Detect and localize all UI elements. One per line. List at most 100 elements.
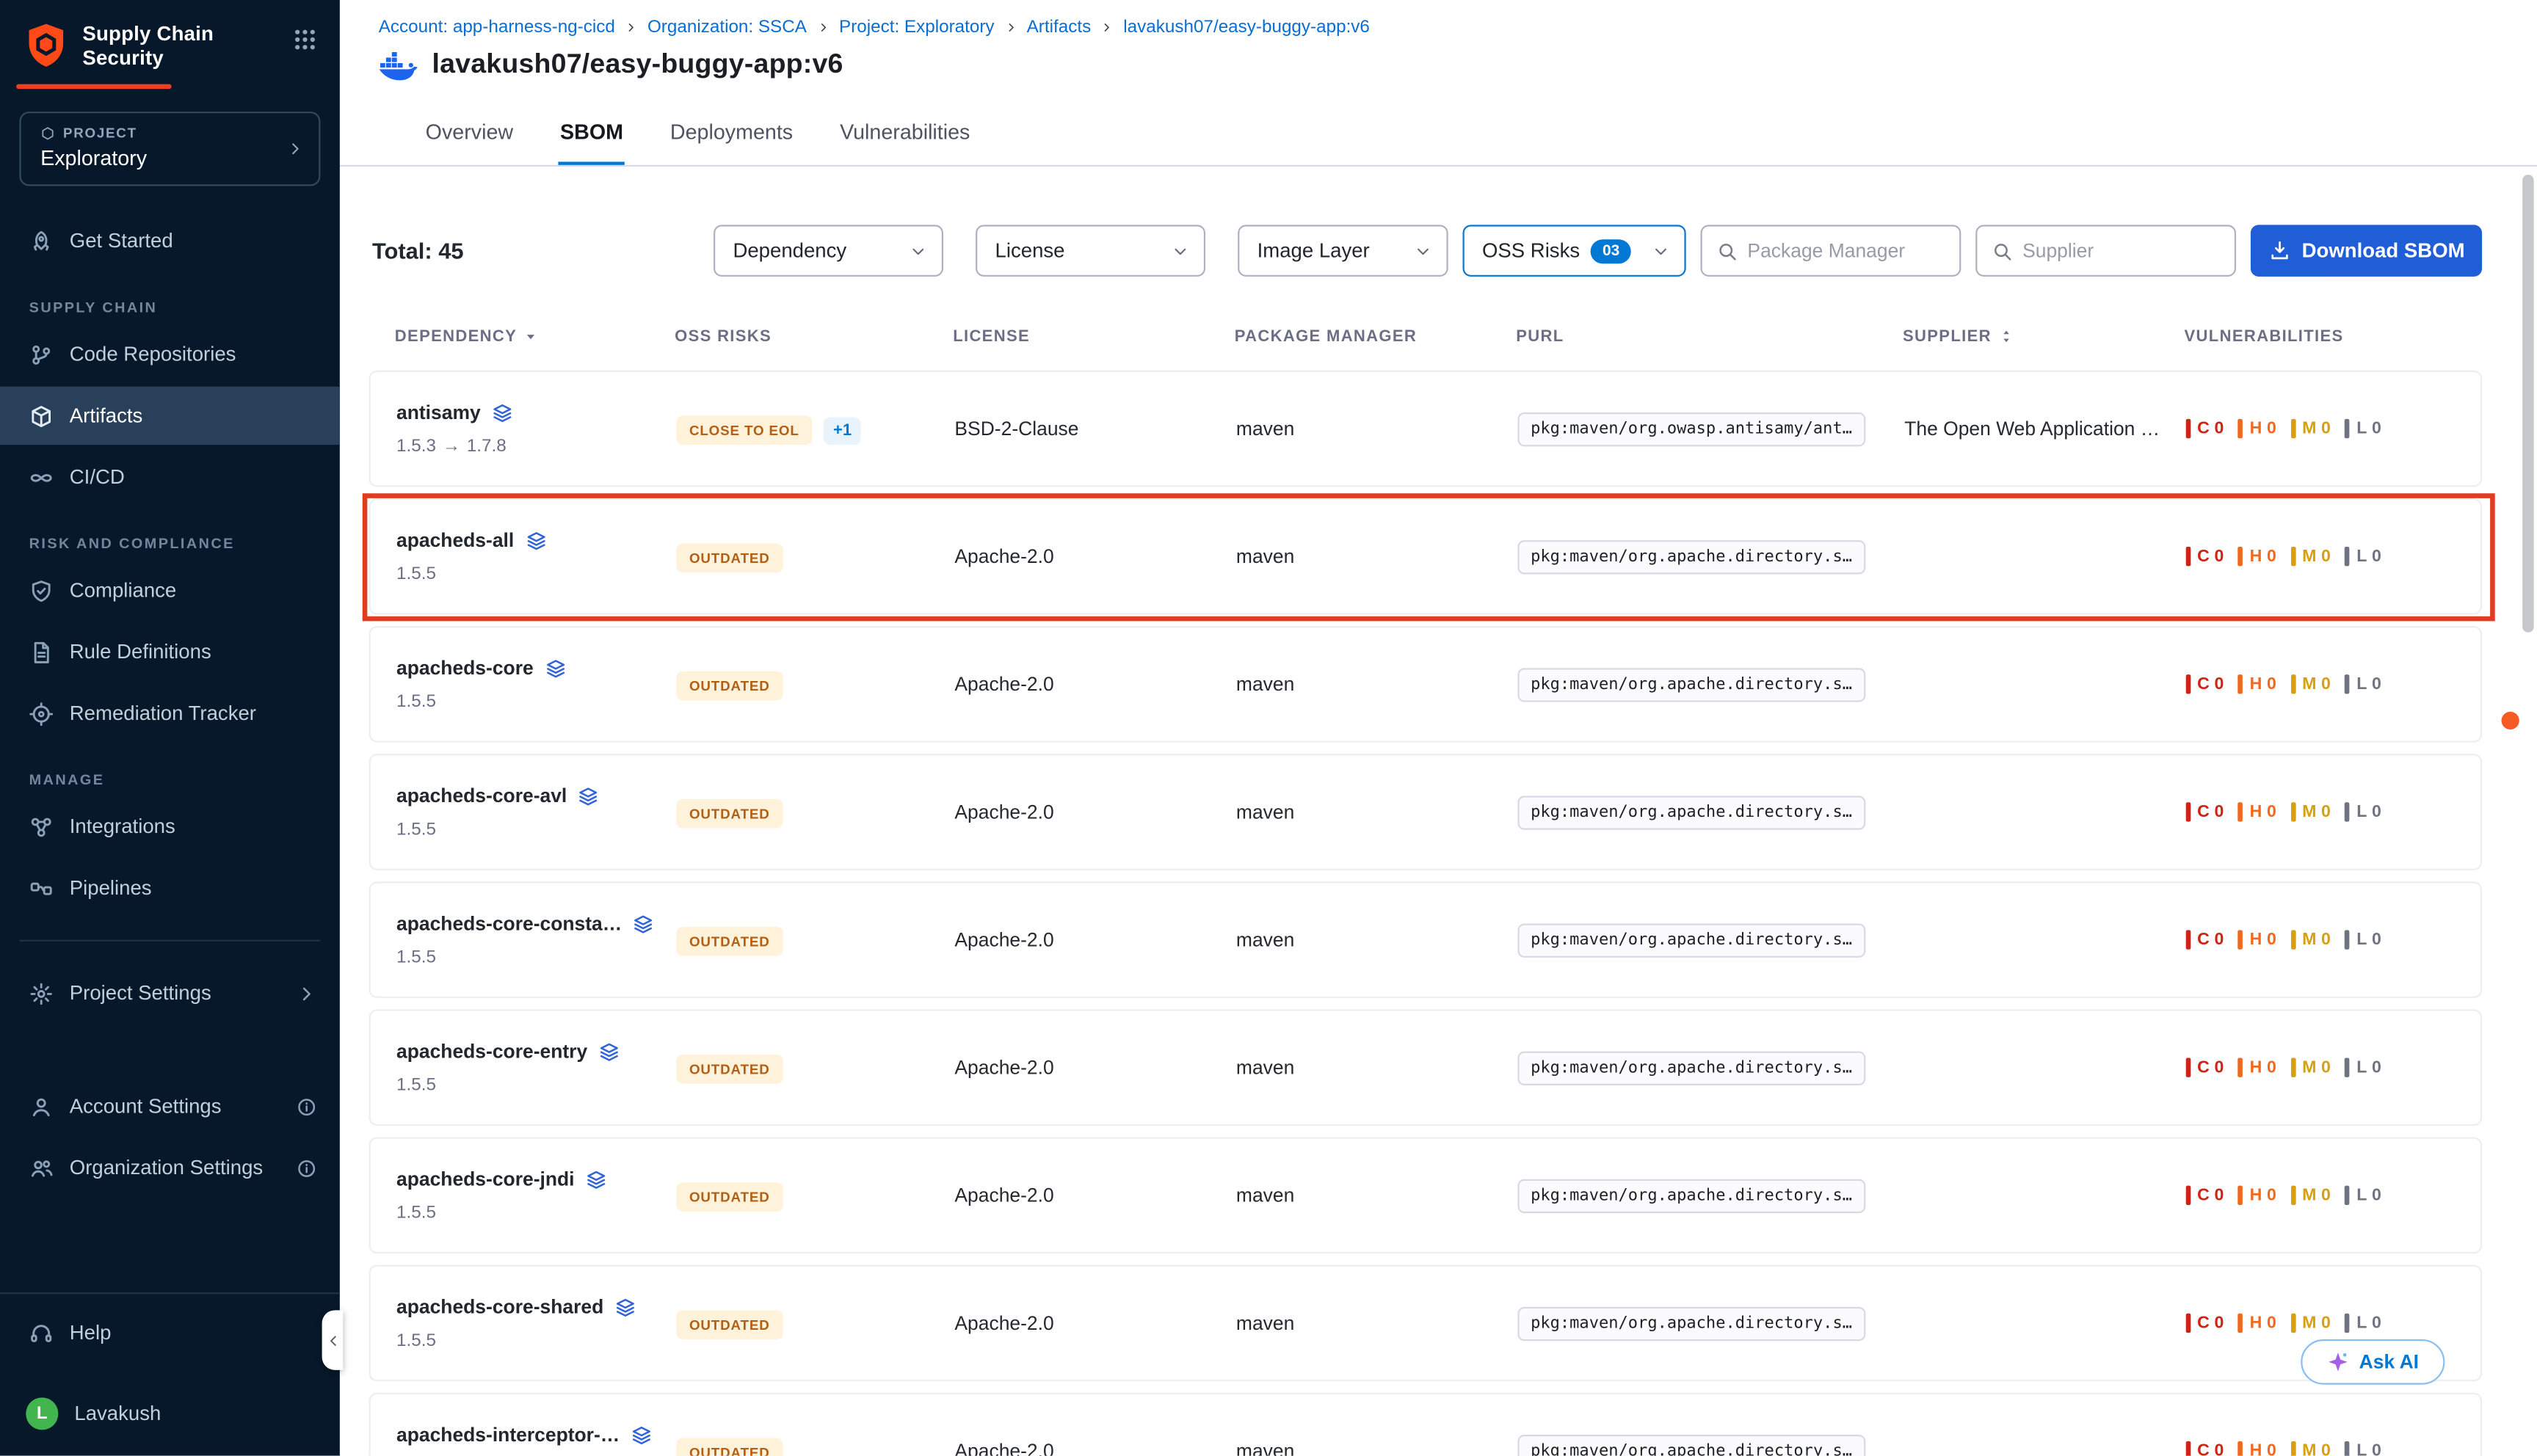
column-header-supplier[interactable]: SUPPLIER bbox=[1903, 327, 2185, 345]
filter-count-badge: 03 bbox=[1591, 239, 1631, 263]
tab-deployments[interactable]: Deployments bbox=[669, 120, 795, 165]
tab-overview[interactable]: Overview bbox=[424, 120, 515, 165]
package-manager-cell: maven bbox=[1236, 1184, 1518, 1206]
table-row-apacheds-core-avl[interactable]: apacheds-core-avl 1.5.5 OUTDATED Apache-… bbox=[369, 754, 2483, 870]
remediation-icon bbox=[29, 701, 54, 725]
purl-value[interactable]: pkg:maven/org.apache.directory.s… bbox=[1517, 1051, 1865, 1085]
table-row-apacheds-all[interactable]: apacheds-all 1.5.5 OUTDATED Apache-2.0 m… bbox=[369, 498, 2483, 615]
breadcrumb-link[interactable]: Project: Exploratory bbox=[839, 18, 995, 37]
purl-value[interactable]: pkg:maven/org.apache.directory.s… bbox=[1517, 1434, 1865, 1456]
project-selector-value: Exploratory bbox=[40, 145, 277, 170]
dependency-version: 1.5.5 bbox=[396, 820, 676, 839]
tab-vulnerabilities[interactable]: Vulnerabilities bbox=[838, 120, 972, 165]
vulnerabilities-cell: C0H0M0L0 bbox=[2186, 1058, 2480, 1077]
sidebar-item-ci-cd[interactable]: CI/CD bbox=[0, 448, 340, 506]
tab-sbom[interactable]: SBOM bbox=[559, 120, 625, 165]
purl-value[interactable]: pkg:maven/org.apache.directory.s… bbox=[1517, 667, 1865, 701]
purl-value[interactable]: pkg:maven/org.owasp.antisamy/ant… bbox=[1517, 412, 1865, 445]
purl-value[interactable]: pkg:maven/org.apache.directory.s… bbox=[1517, 1306, 1865, 1340]
breadcrumb-link[interactable]: Organization: SSCA bbox=[647, 18, 807, 37]
vuln-h-count: H0 bbox=[2238, 1058, 2276, 1077]
sidebar-item-code-repositories[interactable]: Code Repositories bbox=[0, 325, 340, 383]
dependency-cell: apacheds-core-avl 1.5.5 bbox=[396, 785, 676, 840]
image-layer-filter-dropdown[interactable]: Image Layer bbox=[1238, 225, 1448, 277]
purl-value[interactable]: pkg:maven/org.apache.directory.s… bbox=[1517, 922, 1865, 956]
package-manager-search[interactable] bbox=[1701, 225, 1961, 277]
purl-value[interactable]: pkg:maven/org.apache.directory.s… bbox=[1517, 539, 1865, 573]
sidebar-item-pipelines[interactable]: Pipelines bbox=[0, 859, 340, 917]
project-selector[interactable]: PROJECT Exploratory bbox=[19, 112, 320, 186]
oss-risks-filter-dropdown[interactable]: OSS Risks 03 bbox=[1463, 225, 1686, 277]
column-header-purl[interactable]: PURL bbox=[1516, 327, 1903, 345]
dependency-name: apacheds-core-consta… bbox=[396, 912, 622, 935]
vuln-c-count: C0 bbox=[2186, 1441, 2224, 1456]
sidebar-item-artifacts[interactable]: Artifacts bbox=[0, 387, 340, 445]
purl-value[interactable]: pkg:maven/org.apache.directory.s… bbox=[1517, 795, 1865, 829]
dependency-version: 1.5.5 bbox=[396, 692, 676, 711]
column-header-dependency[interactable]: DEPENDENCY bbox=[395, 327, 675, 345]
column-header-vulnerabilities[interactable]: VULNERABILITIES bbox=[2185, 327, 2483, 345]
column-header-package-manager[interactable]: PACKAGE MANAGER bbox=[1235, 327, 1517, 345]
vuln-m-count: M0 bbox=[2291, 802, 2331, 821]
download-sbom-button[interactable]: Download SBOM bbox=[2251, 225, 2482, 277]
layers-icon bbox=[586, 1168, 607, 1190]
user-menu[interactable]: L Lavakush bbox=[0, 1385, 340, 1443]
chevron-down-icon bbox=[1172, 242, 1189, 260]
oss-risk-badge: OUTDATED bbox=[676, 1054, 783, 1083]
sidebar-item-project-settings[interactable]: Project Settings bbox=[0, 964, 340, 1022]
table-row-apacheds-core-consta[interactable]: apacheds-core-consta… 1.5.5 OUTDATED Apa… bbox=[369, 881, 2483, 998]
vulnerabilities-cell: C0H0M0L0 bbox=[2186, 1314, 2480, 1333]
oss-risks-cell: CLOSE TO EOL+1 bbox=[676, 413, 954, 444]
help-button[interactable]: Help bbox=[0, 1304, 340, 1362]
supplier-search[interactable] bbox=[1975, 225, 2236, 277]
sidebar: Supply Chain Security PROJECT Explorator… bbox=[0, 0, 340, 1456]
layers-icon bbox=[615, 1297, 636, 1318]
sidebar-settings-group: Project Settings Account SettingsOrganiza… bbox=[0, 964, 340, 1197]
vuln-h-count: H0 bbox=[2238, 419, 2276, 438]
column-header-oss-risks[interactable]: OSS RISKS bbox=[675, 327, 953, 345]
sidebar-collapse-handle[interactable] bbox=[322, 1310, 344, 1370]
table-row-apacheds-core[interactable]: apacheds-core 1.5.5 OUTDATED Apache-2.0 … bbox=[369, 626, 2483, 743]
sidebar-item-organization-settings[interactable]: Organization Settings bbox=[0, 1139, 340, 1197]
sidebar-item-compliance[interactable]: Compliance bbox=[0, 561, 340, 619]
dependency-name: apacheds-core-jndi bbox=[396, 1168, 575, 1190]
breadcrumb-link[interactable]: lavakush07/easy-buggy-app:v6 bbox=[1123, 18, 1370, 37]
app-grid-icon[interactable] bbox=[293, 27, 317, 51]
purl-value[interactable]: pkg:maven/org.apache.directory.s… bbox=[1517, 1179, 1865, 1212]
scrollbar-thumb[interactable] bbox=[2522, 175, 2533, 633]
column-header-license[interactable]: LICENSE bbox=[953, 327, 1235, 345]
table-row-apacheds-core-entry[interactable]: apacheds-core-entry 1.5.5 OUTDATED Apach… bbox=[369, 1009, 2483, 1126]
table-row-apacheds-core-jndi[interactable]: apacheds-core-jndi 1.5.5 OUTDATED Apache… bbox=[369, 1137, 2483, 1253]
table-row-antisamy[interactable]: antisamy 1.5.3→1.7.8 CLOSE TO EOL+1 BSD-… bbox=[369, 371, 2483, 487]
dependency-cell: apacheds-core-shared 1.5.5 bbox=[396, 1295, 676, 1350]
vuln-m-count: M0 bbox=[2291, 1186, 2331, 1205]
layers-icon bbox=[578, 785, 600, 807]
supplier-search-input[interactable] bbox=[2022, 239, 2221, 262]
sidebar-item-account-settings[interactable]: Account Settings bbox=[0, 1077, 340, 1135]
ask-ai-button[interactable]: Ask AI bbox=[2301, 1339, 2445, 1385]
vuln-h-count: H0 bbox=[2238, 802, 2276, 821]
table-row-apacheds-interceptor[interactable]: apacheds-interceptor-… 1.5.5 OUTDATED Ap… bbox=[369, 1393, 2483, 1456]
table-row-apacheds-core-shared[interactable]: apacheds-core-shared 1.5.5 OUTDATED Apac… bbox=[369, 1265, 2483, 1382]
sidebar-item-get-started[interactable]: Get Started bbox=[0, 212, 340, 270]
package-manager-cell: maven bbox=[1236, 673, 1518, 696]
version-arrow: → bbox=[443, 437, 460, 456]
dependency-filter-dropdown[interactable]: Dependency bbox=[714, 225, 943, 277]
package-manager-search-input[interactable] bbox=[1747, 239, 1946, 262]
oss-risks-cell: OUTDATED bbox=[676, 1052, 954, 1083]
sidebar-item-remediation-tracker[interactable]: Remediation Tracker bbox=[0, 684, 340, 742]
breadcrumb-link[interactable]: Account: app-harness-ng-cicd bbox=[379, 18, 615, 37]
oss-risk-badge: OUTDATED bbox=[676, 798, 783, 828]
breadcrumb-link[interactable]: Artifacts bbox=[1027, 18, 1092, 37]
chevron-right-icon bbox=[296, 983, 317, 1004]
dependency-version: 1.5.5 bbox=[396, 1076, 676, 1095]
purl-cell: pkg:maven/org.apache.directory.s… bbox=[1517, 667, 1904, 701]
vuln-m-count: M0 bbox=[2291, 547, 2331, 566]
sidebar-item-integrations[interactable]: Integrations bbox=[0, 798, 340, 856]
vuln-l-count: L0 bbox=[2345, 802, 2381, 821]
dependency-version: 1.5.5 bbox=[396, 564, 676, 583]
oss-risk-badge: OUTDATED bbox=[676, 671, 783, 700]
sidebar-item-rule-definitions[interactable]: Rule Definitions bbox=[0, 623, 340, 681]
license-cell: BSD-2-Clause bbox=[954, 418, 1236, 440]
license-filter-dropdown[interactable]: License bbox=[976, 225, 1205, 277]
